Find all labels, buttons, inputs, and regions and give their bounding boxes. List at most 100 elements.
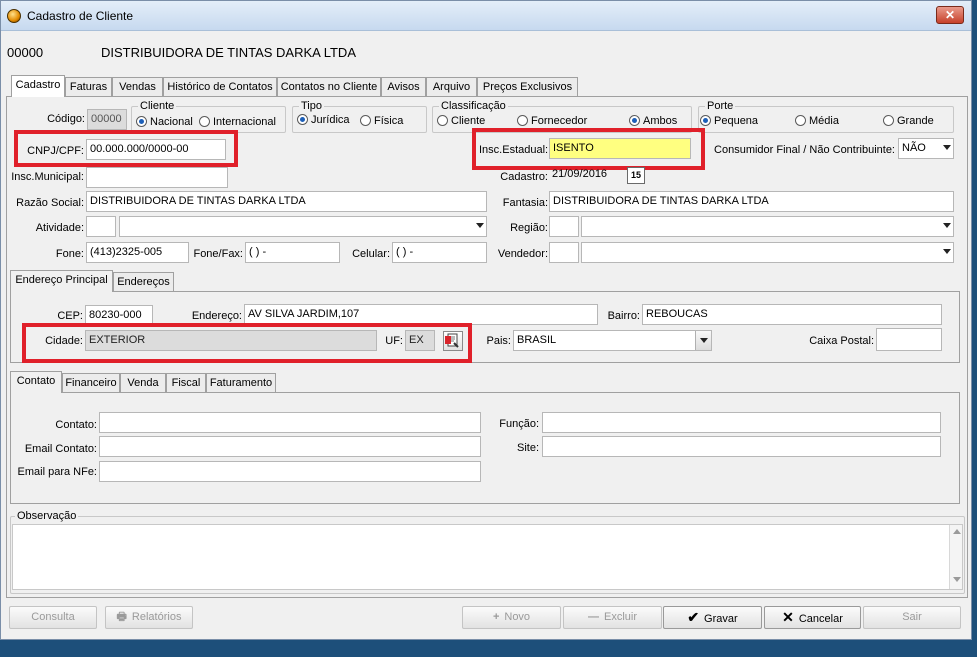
site-field[interactable] <box>542 436 941 457</box>
funcao-field[interactable] <box>542 412 941 433</box>
sair-button[interactable]: Sair <box>863 606 961 629</box>
consulta-button[interactable]: Consulta <box>9 606 97 629</box>
tab-avisos[interactable]: Avisos <box>381 77 426 97</box>
insc-municipal-field[interactable] <box>86 167 228 188</box>
radio-unselected-icon <box>883 115 894 126</box>
observacao-textarea[interactable] <box>12 524 963 590</box>
fone-field[interactable]: (413)2325-005 <box>86 242 189 263</box>
tab-arquivo[interactable]: Arquivo <box>426 77 477 97</box>
tab-venda[interactable]: Venda <box>120 373 166 393</box>
radio-unselected-icon <box>517 115 528 126</box>
pais-label: Pais: <box>486 335 511 347</box>
radio-cliente[interactable]: Cliente <box>437 115 485 127</box>
uf-field[interactable]: EX <box>405 330 435 351</box>
celular-label: Celular: <box>352 248 390 260</box>
tab-vendas[interactable]: Vendas <box>112 77 163 97</box>
atividade-select[interactable] <box>119 216 487 237</box>
tab-historico-contatos[interactable]: Histórico de Contatos <box>163 77 277 97</box>
radio-nacional[interactable]: Nacional <box>136 116 193 128</box>
radio-grande[interactable]: Grande <box>883 115 934 127</box>
radio-nacional-label: Nacional <box>150 116 193 128</box>
close-button[interactable]: ✕ <box>936 6 964 24</box>
document-search-icon <box>445 333 459 348</box>
tipo-group-legend: Tipo <box>301 100 322 112</box>
insc-municipal-label: Insc.Municipal: <box>11 171 84 183</box>
observacao-scrollbar[interactable] <box>949 525 962 589</box>
x-icon: ✕ <box>782 609 794 625</box>
tab-faturas[interactable]: Faturas <box>65 77 112 97</box>
pais-select[interactable]: BRASIL <box>513 330 712 351</box>
cidade-label: Cidade: <box>45 335 83 347</box>
tab-precos-exclusivos[interactable]: Preços Exclusivos <box>477 77 578 97</box>
regiao-select[interactable] <box>581 216 954 237</box>
regiao-code-field[interactable] <box>549 216 579 237</box>
gravar-button-label: Gravar <box>704 613 738 625</box>
excluir-button[interactable]: — Excluir <box>563 606 662 629</box>
fone-label: Fone: <box>55 248 84 260</box>
porte-group-legend: Porte <box>707 100 734 112</box>
endereco-label: Endereço: <box>191 310 242 322</box>
header-customer-name: DISTRIBUIDORA DE TINTAS DARKA LTDA <box>101 45 356 60</box>
checkmark-icon: ✔ <box>687 609 700 625</box>
radio-fornecedor[interactable]: Fornecedor <box>517 115 587 127</box>
insc-estadual-label: Insc.Estadual: <box>479 144 549 156</box>
radio-pequena[interactable]: Pequena <box>700 115 758 127</box>
atividade-label: Atividade: <box>35 222 84 234</box>
radio-unselected-icon <box>795 115 806 126</box>
tab-fiscal[interactable]: Fiscal <box>166 373 206 393</box>
radio-juridica[interactable]: Jurídica <box>297 114 350 126</box>
tab-contatos-cliente[interactable]: Contatos no Cliente <box>277 77 381 97</box>
scroll-up-icon[interactable] <box>953 529 961 534</box>
cnpj-field[interactable]: 00.000.000/0000-00 <box>86 139 226 160</box>
radio-unselected-icon <box>199 116 210 127</box>
relatorios-button[interactable]: 🖶 Relatórios <box>105 606 193 629</box>
scroll-down-icon[interactable] <box>953 577 961 582</box>
insc-estadual-field[interactable]: ISENTO <box>549 138 691 159</box>
window-title: Cadastro de Cliente <box>27 9 134 23</box>
email-nfe-field[interactable] <box>99 461 481 482</box>
vendedor-select[interactable] <box>581 242 954 263</box>
radio-media[interactable]: Média <box>795 115 839 127</box>
bairro-field[interactable]: REBOUCAS <box>642 304 942 325</box>
contato-field[interactable] <box>99 412 481 433</box>
tab-enderecos[interactable]: Endereços <box>113 272 174 292</box>
cancelar-button[interactable]: ✕ Cancelar <box>764 606 861 629</box>
radio-ambos-label: Ambos <box>643 115 678 127</box>
cliente-group-legend: Cliente <box>140 100 175 112</box>
radio-internacional[interactable]: Internacional <box>199 116 276 128</box>
cancelar-button-label: Cancelar <box>798 613 843 625</box>
tab-contato[interactable]: Contato <box>10 371 62 393</box>
radio-fisica[interactable]: Física <box>360 115 403 127</box>
email-contato-field[interactable] <box>99 436 481 457</box>
minus-icon: — <box>587 611 599 623</box>
tab-faturamento[interactable]: Faturamento <box>206 373 276 393</box>
chevron-down-icon <box>695 331 711 350</box>
atividade-code-field[interactable] <box>86 216 116 237</box>
vendedor-code-field[interactable] <box>549 242 579 263</box>
gravar-button[interactable]: ✔ Gravar <box>663 606 762 629</box>
fonefax-field[interactable]: ( ) - <box>245 242 340 263</box>
calendar-icon[interactable]: 15 <box>627 167 645 184</box>
radio-ambos[interactable]: Ambos <box>629 115 677 127</box>
novo-button[interactable]: + Novo <box>462 606 561 629</box>
printer-icon: 🖶 <box>116 611 127 623</box>
tab-endereco-principal[interactable]: Endereço Principal <box>10 270 113 292</box>
razao-social-field[interactable]: DISTRIBUIDORA DE TINTAS DARKA LTDA <box>86 191 487 212</box>
codigo-field[interactable]: 00000 <box>87 109 127 130</box>
consumidor-select[interactable]: NÃO <box>898 138 954 159</box>
caixa-postal-field[interactable] <box>876 328 942 351</box>
tab-financeiro[interactable]: Financeiro <box>62 373 120 393</box>
plus-icon: + <box>492 611 500 623</box>
uf-label: UF: <box>385 335 403 347</box>
endereco-field[interactable]: AV SILVA JARDIM,107 <box>244 304 598 325</box>
fantasia-field[interactable]: DISTRIBUIDORA DE TINTAS DARKA LTDA <box>549 191 954 212</box>
cidade-field[interactable]: EXTERIOR <box>85 330 377 351</box>
funcao-label: Função: <box>499 418 539 430</box>
celular-field[interactable]: ( ) - <box>392 242 487 263</box>
city-lookup-button[interactable] <box>443 331 463 351</box>
novo-button-label: Novo <box>504 611 531 623</box>
radio-juridica-label: Jurídica <box>311 114 350 126</box>
tab-cadastro[interactable]: Cadastro <box>11 75 65 97</box>
chevron-down-icon <box>943 145 951 150</box>
fonefax-label: Fone/Fax: <box>193 248 243 260</box>
